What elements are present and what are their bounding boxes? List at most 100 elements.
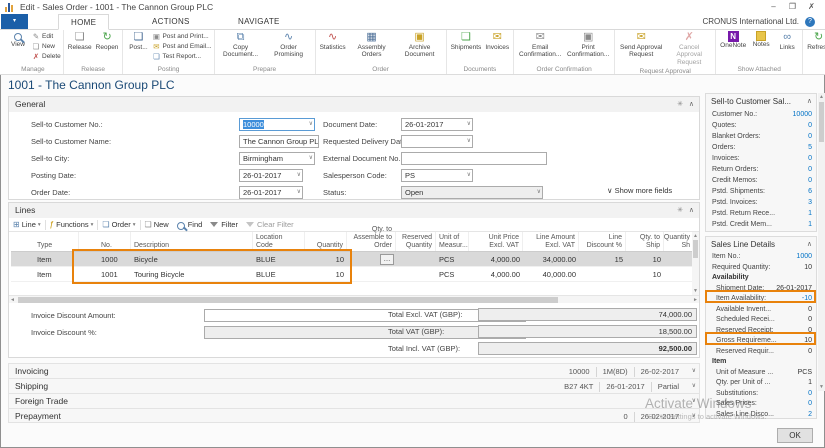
test-report-button[interactable]: ❏Test Report...	[151, 51, 211, 61]
prepayment-fasttab[interactable]: Prepayment 0 26-02-2017 ∨	[8, 408, 700, 423]
app-menu-button[interactable]: ▾	[1, 14, 28, 29]
cell-line-discount[interactable]	[579, 267, 626, 281]
cell-qty-to-ship[interactable]: 10	[626, 267, 664, 281]
show-more-fields-link[interactable]: ∨ Show more fields	[607, 186, 672, 195]
shipping-fasttab[interactable]: Shipping B27 4KT 26-01-2017 Partial ∨	[8, 378, 700, 393]
scroll-down-icon[interactable]: ▼	[818, 384, 825, 390]
cell-quantity-shipped[interactable]	[664, 267, 694, 281]
cell-quantity-shipped[interactable]	[664, 252, 694, 266]
edit-button[interactable]: ✎Edit	[31, 31, 61, 41]
factbox-header[interactable]: Sales Line Details∧	[706, 237, 816, 252]
scroll-down-icon[interactable]: ▼	[692, 288, 699, 294]
item-value-link[interactable]: 1	[808, 208, 812, 219]
cell-reserved-quantity[interactable]	[396, 267, 436, 281]
invoicing-fasttab[interactable]: Invoicing 10000 1M(8D) 26-02-2017 ∨	[8, 363, 700, 378]
new-line-button[interactable]: ❏New	[141, 218, 173, 231]
foreign-trade-fasttab[interactable]: Foreign Trade ∨	[8, 393, 700, 408]
chevron-down-icon[interactable]: ∨	[309, 153, 313, 164]
collapse-icon[interactable]: ∧	[689, 97, 694, 112]
salesperson-code-field[interactable]: PS∨	[401, 169, 473, 182]
item-value-link[interactable]: 6	[808, 186, 812, 197]
reopen-button[interactable]: ↻Reopen	[94, 30, 121, 52]
item-value-link[interactable]: 0	[808, 120, 812, 131]
lines-horizontal-scrollbar[interactable]: ◄ ►	[9, 295, 699, 303]
release-button[interactable]: ❏Release	[66, 30, 94, 52]
column-header-qty-to-assemble[interactable]: Qty. to Assemble to Order	[347, 232, 396, 251]
tab-actions[interactable]: ACTIONS	[140, 14, 202, 30]
links-button[interactable]: ∞Links	[774, 30, 800, 52]
column-header-qty-to-ship[interactable]: Qty. to Ship	[626, 232, 664, 251]
scrollbar-thumb[interactable]	[693, 240, 698, 258]
sell-to-customer-name-field[interactable]: The Cannon Group PLC	[239, 135, 319, 148]
line-menu-button[interactable]: ⊞Line▾	[9, 218, 45, 231]
cell-unit-price[interactable]: 4,000.00	[469, 267, 523, 281]
cell-qty-to-ship[interactable]: 10	[626, 252, 664, 266]
order-promising-button[interactable]: ∿Order Promising	[265, 30, 313, 60]
item-value-link[interactable]: 0	[808, 399, 812, 410]
scroll-right-icon[interactable]: ►	[693, 296, 698, 304]
filter-button[interactable]: Filter	[206, 218, 242, 231]
item-value-link[interactable]: 10000	[793, 109, 812, 120]
chevron-down-icon[interactable]: ∨	[692, 379, 696, 394]
chevron-down-icon[interactable]: ∨	[692, 364, 696, 379]
order-date-field[interactable]: 26-01-2017∨	[239, 186, 303, 199]
cell-unit-of-measure[interactable]: PCS	[436, 252, 469, 266]
external-document-no-field[interactable]	[401, 152, 547, 165]
sell-to-customer-no-field[interactable]: 10000∨	[239, 118, 315, 131]
column-header-type[interactable]: Type	[11, 232, 79, 251]
chevron-down-icon[interactable]: ∨	[297, 187, 301, 198]
item-value-link[interactable]: 0	[808, 153, 812, 164]
scrollbar-thumb[interactable]	[819, 102, 824, 142]
column-header-line-amount[interactable]: Line Amount Excl. VAT	[523, 232, 579, 251]
collapse-icon[interactable]: ∧	[807, 94, 812, 109]
collapse-icon[interactable]: ∧	[689, 203, 694, 218]
statistics-button[interactable]: ∿Statistics	[318, 30, 348, 52]
assembly-orders-button[interactable]: ▦Assembly Orders	[348, 30, 396, 60]
ok-button[interactable]: OK	[777, 428, 813, 443]
cell-line-discount[interactable]: 15	[579, 252, 626, 266]
clear-filter-toolbar-button[interactable]: Clear Filter	[242, 218, 298, 231]
order-menu-button[interactable]: ❏Order▾	[98, 218, 139, 231]
close-button[interactable]: ✗	[802, 0, 821, 13]
help-icon[interactable]: ?	[805, 17, 815, 27]
item-value-link[interactable]: 0	[808, 131, 812, 142]
lines-fasttab-header[interactable]: Lines ✳ ∧	[9, 203, 699, 218]
view-button[interactable]: View	[5, 30, 31, 49]
notes-button[interactable]: Notes	[748, 30, 774, 49]
cell-type[interactable]: Item	[11, 252, 79, 266]
general-fasttab-header[interactable]: General ✳ ∧	[9, 97, 699, 112]
column-header-unit-of-measure[interactable]: Unit of Measur...	[436, 232, 469, 251]
invoices-button[interactable]: ✉Invoices	[483, 30, 511, 52]
archive-document-button[interactable]: ▣Archive Document	[396, 30, 444, 60]
delete-button[interactable]: ✗Delete	[31, 51, 61, 61]
column-header-quantity-shipped[interactable]: Quantity Sh	[664, 232, 694, 251]
cell-reserved-quantity[interactable]	[396, 252, 436, 266]
functions-menu-button[interactable]: ƒFunctions▾	[46, 218, 98, 231]
lines-vertical-scrollbar[interactable]: ▲ ▼	[692, 232, 699, 295]
scroll-up-icon[interactable]: ▲	[692, 233, 699, 239]
window-vertical-scrollbar[interactable]: ▲ ▼	[818, 93, 825, 391]
email-confirmation-button[interactable]: ✉Email Confirmation...	[516, 30, 564, 60]
cell-qty-to-assemble[interactable]: …	[347, 252, 396, 266]
new-button[interactable]: ❏New	[31, 41, 61, 51]
tab-navigate[interactable]: NAVIGATE	[226, 14, 292, 30]
post-button[interactable]: ❏Post...	[125, 30, 151, 52]
column-header-reserved-quantity[interactable]: Reserved Quantity	[396, 232, 436, 251]
sell-to-city-field[interactable]: Birmingham∨	[239, 152, 315, 165]
item-value-link[interactable]: 5	[808, 142, 812, 153]
print-confirmation-button[interactable]: ▣Print Confirmation...	[564, 30, 612, 60]
minimize-button[interactable]: –	[764, 0, 783, 13]
chevron-down-icon[interactable]: ∨	[467, 170, 471, 181]
collapse-icon[interactable]: ∧	[807, 237, 812, 252]
shipments-button[interactable]: ❏Shipments	[449, 30, 484, 52]
item-value-link[interactable]: 1	[808, 219, 812, 230]
cell-type[interactable]: Item	[11, 267, 79, 281]
posting-date-field[interactable]: 26-01-2017∨	[239, 169, 303, 182]
find-button[interactable]: Find	[173, 218, 207, 231]
cell-line-amount[interactable]: 40,000.00	[523, 267, 579, 281]
column-header-unit-price[interactable]: Unit Price Excl. VAT	[469, 232, 523, 251]
chevron-down-icon[interactable]: ∨	[692, 409, 696, 424]
assist-edit-button[interactable]: …	[380, 254, 394, 265]
cancel-approval-request-button[interactable]: ✗Cancel Approval Request	[665, 30, 713, 67]
item-value-link[interactable]: 0	[808, 389, 812, 400]
